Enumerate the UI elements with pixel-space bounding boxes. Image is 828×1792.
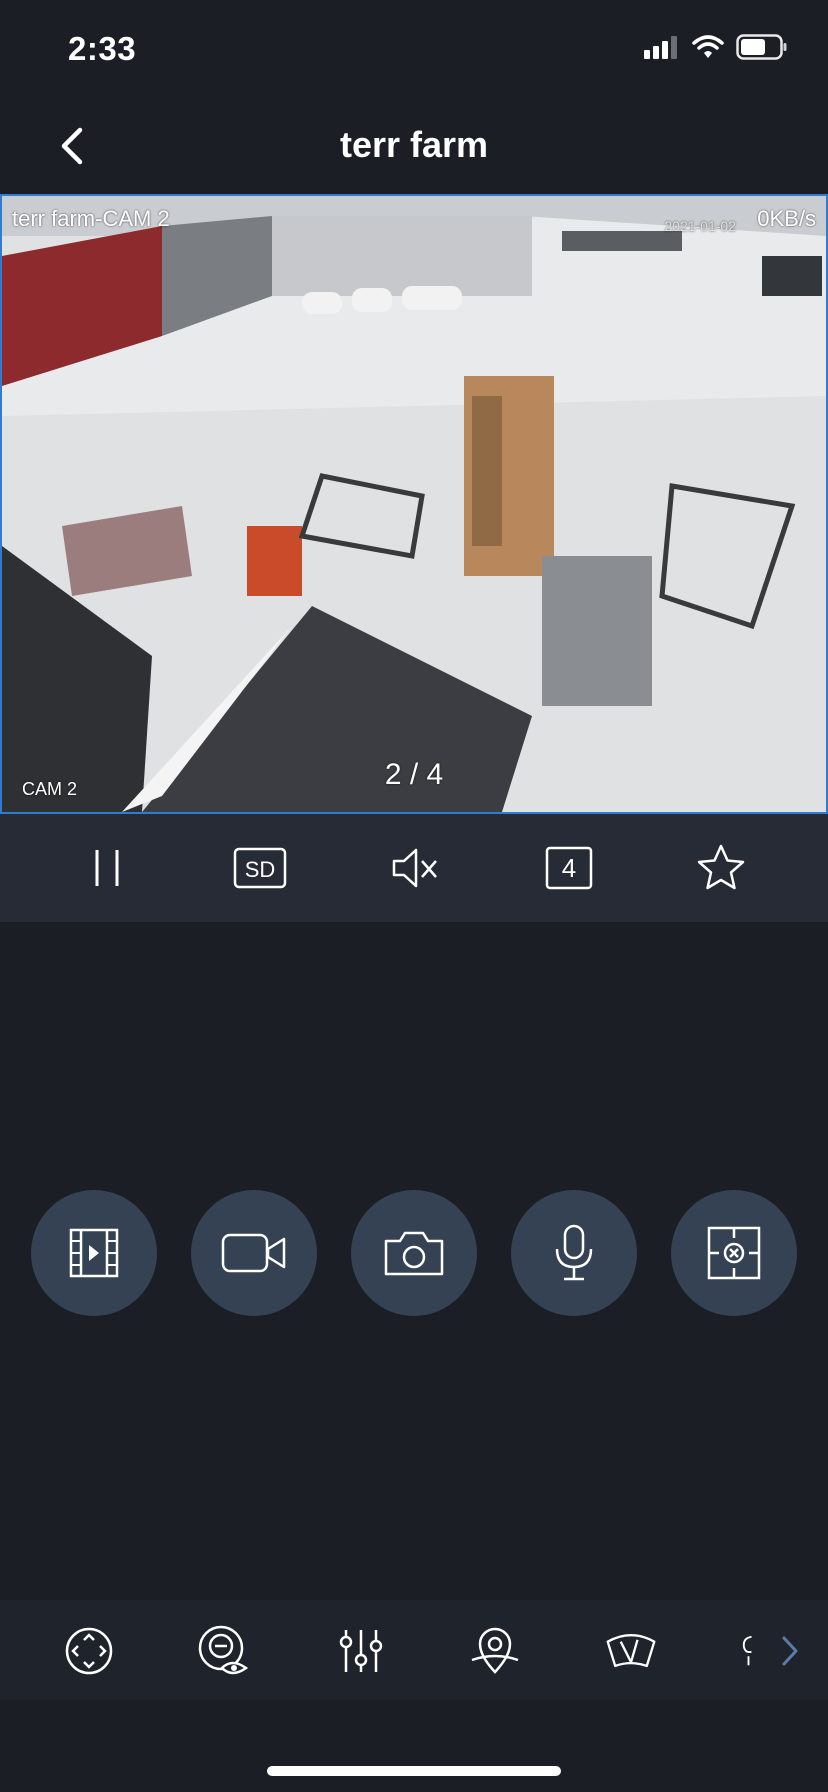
camera-video-feed[interactable]: terr farm-CAM 2 2021-01-02 0KB/s CAM 2 2… [0,194,828,814]
pause-button[interactable] [80,844,134,892]
osd-bitrate: 0KB/s [757,206,816,231]
wifi-icon [692,35,724,58]
preset-location-button[interactable] [468,1624,522,1678]
scroll-right-button[interactable] [772,1624,808,1678]
playback-button[interactable] [31,1190,157,1316]
microphone-icon [555,1224,593,1281]
osd-timestamp: 2021-01-02 [664,218,736,234]
snapshot-button[interactable] [351,1190,477,1316]
playback-film-icon [69,1228,119,1278]
quality-icon: SD [233,847,287,889]
bottom-toolbar [0,1600,828,1700]
home-indicator[interactable] [267,1766,561,1776]
talk-button[interactable] [511,1190,637,1316]
camera-scene-image [2,196,826,812]
status-bar: 2:33 [0,0,828,100]
split-count: 4 [562,853,576,883]
battery-icon [736,34,787,60]
favorite-star-icon [697,844,745,890]
split-screen-icon: 4 [545,846,593,890]
snapshot-camera-icon [384,1231,444,1276]
playback-controls-bar: SD 4 [0,814,828,922]
status-icons [644,34,788,60]
mute-button[interactable] [388,844,442,892]
quality-button[interactable]: SD [233,844,287,892]
page-title: terr farm [339,124,489,165]
close-stream-icon [707,1226,761,1280]
image-adjust-button[interactable] [334,1624,388,1678]
pause-icon [95,850,119,886]
favorite-button[interactable] [694,844,748,892]
wiper-button[interactable] [604,1624,658,1678]
ptz-direction-icon [65,1627,113,1675]
cellular-signal-icon [644,36,677,59]
record-button[interactable] [191,1190,317,1316]
location-pin-icon [471,1627,519,1674]
record-video-icon [221,1233,286,1273]
fisheye-view-button[interactable] [196,1624,250,1678]
close-stream-button[interactable] [671,1190,797,1316]
split-screen-button[interactable]: 4 [542,844,596,892]
adjust-sliders-icon [339,1630,383,1672]
more-icon [742,1635,752,1666]
mute-icon [392,848,437,888]
osd-camera-name: terr farm-CAM 2 [12,206,170,231]
page-indicator: 2 / 4 [384,758,444,791]
status-time: 2:33 [68,30,137,67]
more-tool-button[interactable] [738,1624,768,1678]
eye-icon [198,1625,249,1675]
quality-label: SD [245,857,276,882]
chevron-right-icon [782,1636,798,1666]
wiper-icon [606,1634,656,1668]
nav-bar: terr farm [0,100,828,192]
ptz-button[interactable] [62,1624,116,1678]
action-buttons [0,1190,828,1316]
